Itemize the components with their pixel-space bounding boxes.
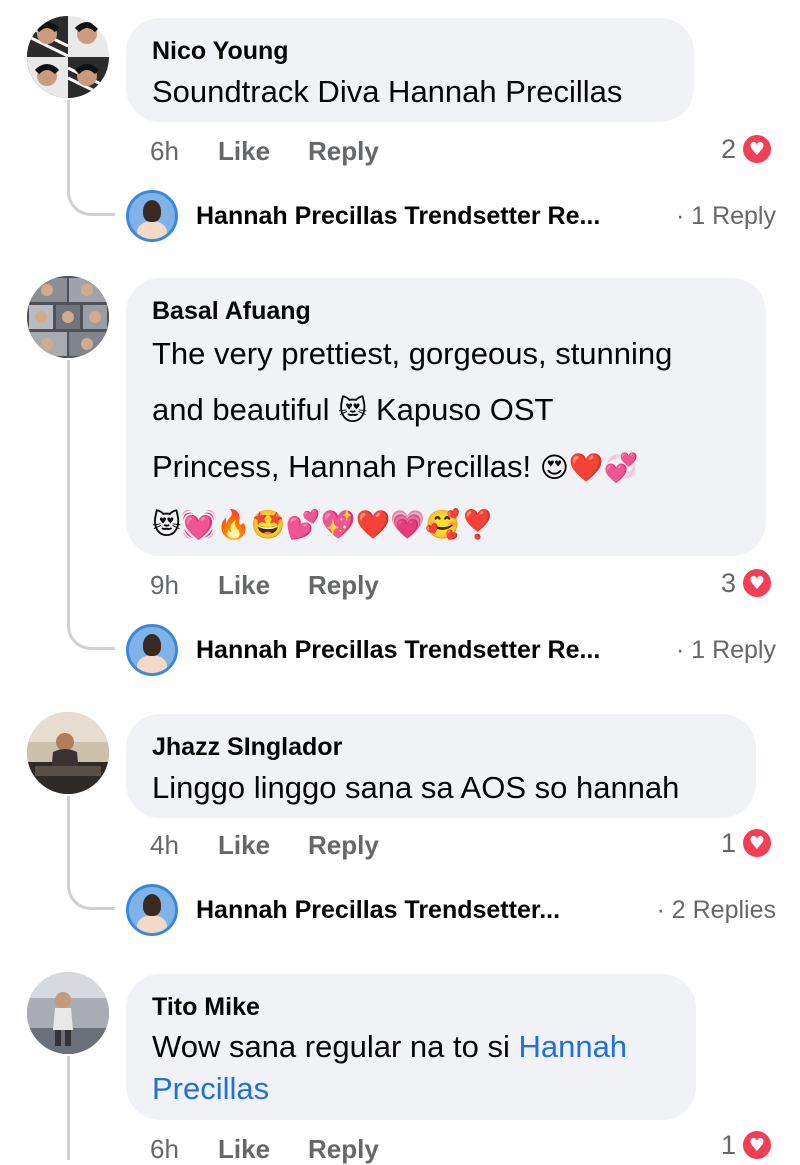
thread-line <box>67 796 70 882</box>
reply-button[interactable]: Reply <box>308 136 379 167</box>
comment-time[interactable]: 6h <box>150 136 218 167</box>
comment-time[interactable]: 6h <box>150 1134 218 1165</box>
comment-text-line: The very prettiest, gorgeous, stunning <box>152 336 673 371</box>
comment-author[interactable]: Jhazz SInglador <box>152 732 730 762</box>
emoji-group: 😻💓🔥🤩💕💖❤️💗🥰❣️ <box>152 508 495 541</box>
comment-text-part: Wow sana regular na to si <box>152 1029 519 1064</box>
comment-actions: 4h Like Reply <box>150 830 379 861</box>
comment-bubble: Basal Afuang The very prettiest, gorgeou… <box>126 278 766 556</box>
reply-button[interactable]: Reply <box>308 570 379 601</box>
comment-author[interactable]: Basal Afuang <box>152 296 740 326</box>
reaction-count: 3 <box>720 567 736 598</box>
reply-author[interactable]: Hannah Precillas Trendsetter Re... <box>196 636 600 665</box>
comment-bubble: Tito Mike Wow sana regular na to si Hann… <box>126 974 696 1120</box>
comment-text: Wow sana regular na to si Hannah Precilla… <box>152 1026 670 1110</box>
mention-link[interactable]: Hannah <box>518 1029 627 1064</box>
like-button[interactable]: Like <box>218 570 308 601</box>
emoji-group: 😍❤️💞 <box>539 451 639 484</box>
avatar[interactable] <box>27 972 109 1054</box>
avatar[interactable] <box>27 712 109 794</box>
heart-icon: ♥ <box>740 1128 774 1162</box>
heart-eyes-cat-emoji: 😻 <box>338 394 368 427</box>
comment-actions: 9h Like Reply <box>150 570 379 601</box>
comment-bubble: Jhazz SInglador Linggo linggo sana sa AO… <box>126 714 756 818</box>
comment-text-line: and beautiful <box>152 392 330 427</box>
avatar <box>126 190 178 242</box>
avatar[interactable] <box>27 276 109 358</box>
thread-curve <box>67 880 115 910</box>
reaction-count: 2 <box>720 133 736 164</box>
reply-count[interactable]: · 1 Reply <box>676 202 776 231</box>
mention-link[interactable]: Precillas <box>152 1071 269 1106</box>
reply-count[interactable]: · 2 Replies <box>657 896 777 925</box>
reply-button[interactable]: Reply <box>308 1134 379 1165</box>
comment-actions: 6h Like Reply <box>150 1134 379 1165</box>
reaction-summary[interactable]: 3 ♥ <box>721 566 774 600</box>
view-replies-row[interactable]: Hannah Precillas Trendsetter... · 2 Repl… <box>126 884 776 936</box>
view-replies-row[interactable]: Hannah Precillas Trendsetter Re... · 1 R… <box>126 190 776 242</box>
reaction-count: 1 <box>720 1129 736 1160</box>
reaction-summary[interactable]: 1 ♥ <box>721 1128 774 1162</box>
comment-text-line: Kapuso OST <box>376 392 554 427</box>
heart-icon: ♥ <box>740 132 774 166</box>
avatar <box>126 884 178 936</box>
comment-author[interactable]: Nico Young <box>152 36 668 66</box>
like-button[interactable]: Like <box>218 830 308 861</box>
heart-icon: ♥ <box>740 566 774 600</box>
comment-text: Soundtrack Diva Hannah Precillas <box>152 74 623 109</box>
thread-line <box>67 360 70 622</box>
thread-line <box>67 1056 70 1160</box>
heart-icon: ♥ <box>740 826 774 860</box>
reaction-summary[interactable]: 1 ♥ <box>721 826 774 860</box>
reaction-summary[interactable]: 2 ♥ <box>721 132 774 166</box>
comment-actions: 6h Like Reply <box>150 136 379 167</box>
reply-count[interactable]: · 1 Reply <box>676 636 776 665</box>
comment-text: Linggo linggo sana sa AOS so hannah <box>152 770 680 805</box>
thread-curve <box>67 620 115 650</box>
avatar[interactable] <box>27 16 109 98</box>
comment-time[interactable]: 4h <box>150 830 218 861</box>
comment-author[interactable]: Tito Mike <box>152 992 670 1022</box>
comment-time[interactable]: 9h <box>150 570 218 601</box>
like-button[interactable]: Like <box>218 136 308 167</box>
thread-line <box>67 100 70 196</box>
comment-text-line: Princess, Hannah Precillas! <box>152 449 532 484</box>
reply-author[interactable]: Hannah Precillas Trendsetter... <box>196 896 560 925</box>
reply-button[interactable]: Reply <box>308 830 379 861</box>
reply-author[interactable]: Hannah Precillas Trendsetter Re... <box>196 202 600 231</box>
like-button[interactable]: Like <box>218 1134 308 1165</box>
thread-curve <box>67 186 115 216</box>
avatar <box>126 624 178 676</box>
comment-text: The very prettiest, gorgeous, stunning a… <box>152 326 740 553</box>
view-replies-row[interactable]: Hannah Precillas Trendsetter Re... · 1 R… <box>126 624 776 676</box>
reaction-count: 1 <box>720 827 736 858</box>
comment-bubble: Nico Young Soundtrack Diva Hannah Precil… <box>126 18 694 122</box>
